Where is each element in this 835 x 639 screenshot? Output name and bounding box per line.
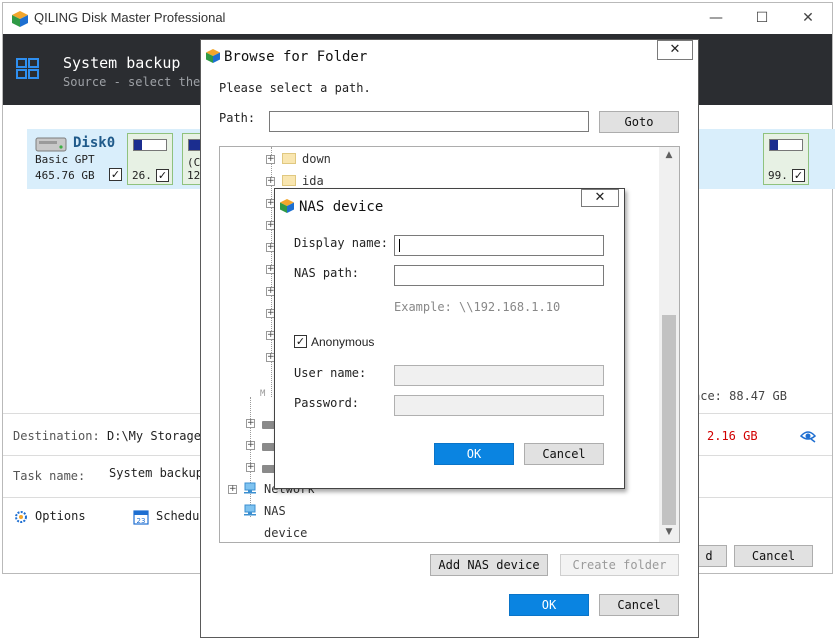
nas-device-icon [244, 504, 256, 516]
hard-disk-icon [35, 137, 67, 152]
scroll-down-icon[interactable]: ▼ [659, 524, 679, 541]
page-title: System backup [63, 54, 181, 72]
calendar-day-number: 23 [137, 517, 146, 525]
expand-icon[interactable]: + [246, 463, 255, 472]
dialog-prompt: Please select a path. [219, 81, 371, 95]
password-label: Password: [294, 396, 360, 410]
scroll-up-icon[interactable]: ▲ [659, 147, 679, 164]
app-title: QILING Disk Master Professional [34, 10, 226, 25]
tree-guide-line [250, 397, 251, 517]
close-button[interactable]: ✕ [657, 40, 693, 60]
expand-icon[interactable]: + [246, 419, 255, 428]
disk-type: Basic GPT [35, 153, 95, 166]
partition-checkbox[interactable]: ✓ [792, 169, 805, 182]
network-icon [244, 482, 256, 494]
scroll-thumb[interactable] [662, 315, 676, 525]
options-button[interactable]: Options [35, 509, 86, 523]
partition-size: 99. [768, 169, 788, 182]
nas-path-label: NAS path: [294, 266, 360, 280]
disk-name: Disk0 [73, 135, 116, 151]
expand-icon[interactable]: + [266, 155, 275, 164]
browse-destination-icon[interactable] [799, 427, 817, 443]
folder-icon [282, 175, 296, 186]
partition-usage-fill [770, 140, 778, 150]
partition-tile[interactable]: 99. ✓ [763, 133, 809, 185]
partition-size: 12 [187, 169, 201, 182]
backup-icon [16, 58, 39, 79]
dialog-title-bar: Browse for Folder ✕ [201, 40, 698, 72]
user-name-input[interactable] [394, 365, 604, 386]
create-folder-button[interactable]: Create folder [560, 554, 679, 576]
title-bar: QILING Disk Master Professional — ☐ ✕ [3, 3, 832, 34]
minimize-button[interactable]: — [693, 3, 739, 34]
anonymous-checkbox[interactable]: ✓ [294, 335, 307, 348]
nas-path-example: Example: \\192.168.1.10 [394, 300, 561, 314]
expand-icon[interactable]: + [228, 485, 237, 494]
nas-cancel-button[interactable]: Cancel [524, 443, 604, 465]
password-input[interactable] [394, 395, 604, 416]
browse-ok-button[interactable]: OK [509, 594, 589, 616]
app-logo-icon [280, 199, 294, 213]
browse-cancel-button[interactable]: Cancel [599, 594, 679, 616]
partition-size: 26. [132, 169, 152, 182]
dialog-title-bar: NAS device ✕ [275, 189, 624, 221]
close-button[interactable]: ✕ [581, 189, 619, 207]
tree-item-label: NAS device [264, 504, 308, 540]
expand-icon[interactable]: + [246, 441, 255, 450]
partition-label: (C [187, 156, 201, 169]
app-logo-icon [12, 11, 28, 27]
dialog-title: Browse for Folder [224, 49, 368, 65]
calendar-icon[interactable]: 23 [133, 508, 149, 525]
destination-label: Destination: [13, 429, 100, 443]
user-name-label: User name: [294, 366, 367, 380]
partition-usage-bar [769, 139, 803, 151]
main-cancel-button[interactable]: Cancel [734, 545, 813, 567]
app-logo-icon [206, 49, 220, 63]
task-name-field[interactable]: System backup [109, 466, 203, 480]
tree-scrollbar[interactable]: ▲ ▼ [659, 147, 679, 542]
text-caret [399, 239, 400, 252]
destination-size: 2.16 GB [707, 429, 758, 443]
partition-tile[interactable]: 26. ✓ [127, 133, 173, 185]
maximize-button[interactable]: ☐ [739, 3, 785, 34]
expand-icon[interactable]: + [266, 177, 275, 186]
tree-item-fragment: M [260, 389, 266, 399]
path-label: Path: [219, 111, 256, 125]
page-subtitle: Source - select the [63, 75, 201, 89]
destination-path[interactable]: D:\My Storage [107, 429, 201, 443]
display-name-input[interactable] [394, 235, 604, 256]
anonymous-label[interactable]: Anonymous [311, 335, 374, 349]
tree-item-label: down [302, 152, 331, 166]
path-input[interactable] [269, 111, 589, 132]
goto-button[interactable]: Goto [599, 111, 679, 133]
nas-ok-button[interactable]: OK [434, 443, 514, 465]
add-nas-device-button[interactable]: Add NAS device [430, 554, 548, 576]
gear-icon[interactable] [13, 509, 29, 525]
task-name-label: Task name: [13, 469, 86, 483]
free-space-label: ace: 88.47 GB [693, 389, 787, 403]
close-button[interactable]: ✕ [785, 3, 831, 34]
disk-size: 465.76 GB [35, 169, 95, 182]
partition-checkbox[interactable]: ✓ [156, 169, 169, 182]
nas-device-dialog: NAS device ✕ Display name: NAS path: Exa… [274, 188, 625, 489]
dialog-title: NAS device [299, 199, 384, 215]
nas-path-input[interactable] [394, 265, 604, 286]
partition-usage-fill [134, 140, 142, 150]
folder-icon [282, 153, 296, 164]
schedule-button[interactable]: Schedu [156, 509, 199, 523]
partition-usage-bar [133, 139, 167, 151]
disk-checkbox[interactable]: ✓ [109, 168, 122, 181]
display-name-label: Display name: [294, 236, 388, 250]
